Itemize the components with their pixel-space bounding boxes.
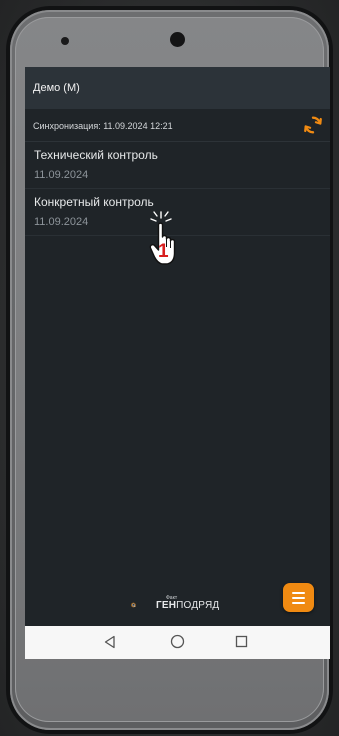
page: Демо (М) Синхронизация: 11.09.2024 12:21… [0,0,339,736]
list-item-title: Технический контроль [34,148,158,162]
list-item-title: Конкретный контроль [34,195,154,209]
home-circle-icon[interactable] [170,634,185,649]
menu-button[interactable] [283,583,314,612]
brand-name-rest: ПОДРЯД [176,600,220,611]
sync-row: Синхронизация: 11.09.2024 12:21 [25,109,330,142]
brand-logo-icon [131,602,136,608]
app-title: Демо (М) [33,82,80,94]
brand-name-bold: ГЕН [156,600,177,611]
camera-icon [170,32,185,47]
app-header: Демо (М) [25,67,330,109]
step-number-label: 1 [158,241,169,262]
recent-square-icon[interactable] [235,635,248,648]
sync-status-text: Синхронизация: 11.09.2024 12:21 [33,121,173,131]
sync-icon[interactable] [302,114,324,136]
system-nav-bar [25,626,330,659]
list-item-technical-control[interactable]: Технический контроль 11.09.2024 [25,142,330,189]
brand-name: ГЕНПОДРЯД [156,600,219,611]
menu-icon [292,592,305,594]
list-item-date: 11.09.2024 [34,169,89,181]
menu-icon-line [292,597,305,599]
back-triangle-icon[interactable] [103,635,117,649]
phone-screen: Демо (М) Синхронизация: 11.09.2024 12:21… [25,67,330,659]
list-item-date: 11.09.2024 [34,216,89,228]
menu-icon-line [292,602,305,604]
sensor-icon [61,37,69,45]
